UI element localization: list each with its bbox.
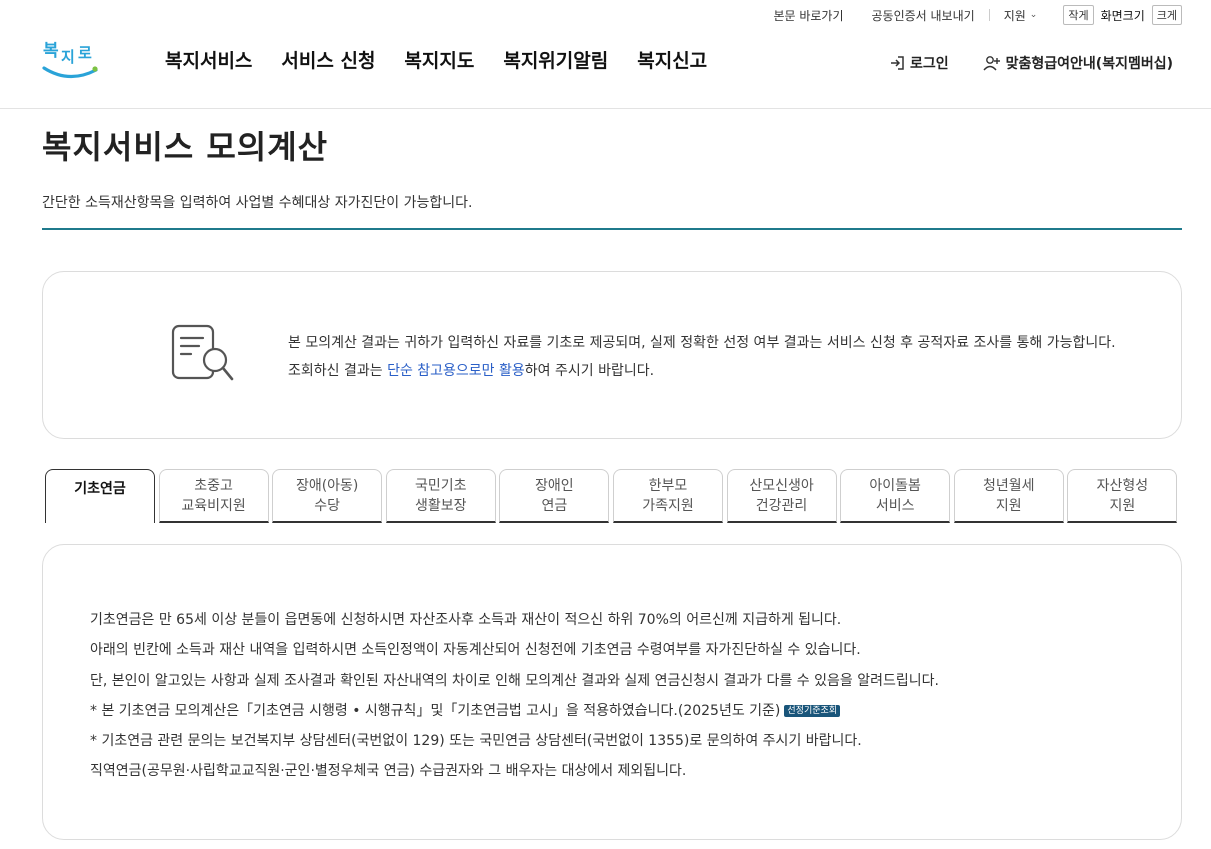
logo-image: 복 지 로 [42,41,98,79]
svg-text:로: 로 [78,44,92,62]
tab-youth-rent-support[interactable]: 청년월세 지원 [953,469,1064,523]
main-navigation: 복지서비스 서비스 신청 복지지도 복지위기알림 복지신고 [165,46,736,73]
notice-box: 본 모의계산 결과는 귀하가 입력하신 자료를 기초로 제공되며, 실제 정확한… [42,271,1182,439]
tab-basic-livelihood[interactable]: 국민기초 생활보장 [385,469,496,523]
site-logo[interactable]: 복 지 로 [41,34,99,82]
nav-welfare-crisis-alert[interactable]: 복지위기알림 [503,46,608,73]
tab-childcare-service[interactable]: 아이돌봄 서비스 [840,469,951,523]
info-lines: 기초연금은 만 65세 이상 분들이 읍면동에 신청하시면 자산조사후 소득과 … [90,605,1150,787]
tab-label: 아이돌봄 서비스 [869,477,921,514]
info-line: 기초연금은 만 65세 이상 분들이 읍면동에 신청하시면 자산조사후 소득과 … [90,612,842,628]
language-label: 지원 [1003,8,1026,23]
info-line-text: * 본 기초연금 모의계산은「기초연금 시행령 • 시행규칙」및「기초연금법 고… [90,702,781,719]
page-title: 복지서비스 모의계산 [42,128,329,166]
tab-label: 청년월세 지원 [982,477,1035,514]
tab-education-support[interactable]: 초중고 교육비지원 [158,469,269,523]
tab-asset-building[interactable]: 자산형성 지원 [1067,469,1178,523]
divider [988,9,990,21]
tab-label: 국민기초 생활보장 [415,477,467,514]
svg-text:복: 복 [43,41,59,61]
language-selector[interactable]: 지원 ⌄ [1004,7,1038,24]
skip-to-content-link[interactable]: 본문 바로가기 [773,7,843,24]
tab-single-parent-support[interactable]: 한부모 가족지원 [612,469,723,523]
login-button[interactable]: 로그인 [889,53,949,73]
tab-label: 초중고 교육비지원 [181,477,246,514]
tab-label: 기초연금 [74,481,126,497]
tab-label: 장애인 연금 [535,477,574,514]
info-line: 직역연금(공무원·사립학교교직원·군인·별정우체국 연금) 수급권자와 그 배우… [90,763,687,780]
nav-welfare-report[interactable]: 복지신고 [637,46,707,73]
utility-bar: 본문 바로가기 공동인증서 내보내기 지원 ⌄ 작게 화면크기 크게 [773,4,1182,26]
font-size-label: 화면크기 [1100,8,1145,23]
tab-label: 장애(아동) 수당 [295,477,359,514]
info-line-with-badge: * 본 기초연금 모의계산은「기초연금 시행령 • 시행규칙」및「기초연금법 고… [90,696,1150,726]
notice-text: 본 모의계산 결과는 귀하가 입력하신 자료를 기초로 제공되며, 실제 정확한… [288,329,1128,385]
info-line: 단, 본인이 알고있는 사항과 실제 조사결과 확인된 자산내역의 차이로 인해… [90,672,939,689]
cert-export-link[interactable]: 공동인증서 내보내기 [872,7,975,24]
page-description: 간단한 소득재산항목을 입력하여 사업별 수혜대상 자가진단이 가능합니다. [42,195,473,211]
nav-welfare-map[interactable]: 복지지도 [404,46,474,73]
user-add-icon [983,56,1000,71]
chevron-down-icon: ⌄ [1029,10,1038,20]
font-larger-button[interactable]: 크게 [1151,5,1182,25]
notice-text-part2: 하여 주시기 바랍니다. [524,363,655,379]
pension-info-box: 기초연금은 만 65세 이상 분들이 읍면동에 신청하시면 자산조사후 소득과 … [42,544,1182,840]
login-icon [891,56,904,70]
tab-disabled-child-allowance[interactable]: 장애(아동) 수당 [272,469,383,523]
nav-welfare-services[interactable]: 복지서비스 [165,46,252,73]
notice-highlight: 단순 참고용으로만 활용 [387,363,525,379]
service-tabs: 기초연금 초중고 교육비지원 장애(아동) 수당 국민기초 생활보장 장애인 연… [45,469,1181,523]
tab-label: 자산형성 지원 [1096,477,1149,514]
header-divider [0,108,1211,109]
info-line: 아래의 빈칸에 소득과 재산 내역을 입력하시면 소득인정액이 자동계산되어 신… [90,642,861,659]
tab-label: 한부모 가족지원 [642,477,694,514]
tab-disability-pension[interactable]: 장애인 연금 [499,469,610,523]
tab-maternal-newborn-care[interactable]: 산모신생아 건강관리 [726,469,837,523]
header-actions: 로그인 맞춤형급여안내(복지멤버십) [889,53,1173,73]
membership-label: 맞춤형급여안내(복지멤버십) [1005,56,1173,72]
criteria-lookup-button[interactable]: 선정기준조회 [784,704,841,717]
title-underline [42,228,1182,230]
membership-button[interactable]: 맞춤형급여안내(복지멤버십) [983,53,1173,73]
font-smaller-button[interactable]: 작게 [1063,5,1094,25]
document-search-icon [171,324,234,381]
tab-label: 산모신생아 건강관리 [749,477,814,514]
nav-service-application[interactable]: 서비스 신청 [281,46,375,73]
info-line: * 기초연금 관련 문의는 보건복지부 상담센터(국번없이 129) 또는 국민… [90,733,862,750]
tab-basic-pension[interactable]: 기초연금 [45,469,155,523]
svg-text:지: 지 [61,48,75,66]
font-size-control: 작게 화면크기 크게 [1063,5,1182,25]
login-label: 로그인 [910,56,949,72]
